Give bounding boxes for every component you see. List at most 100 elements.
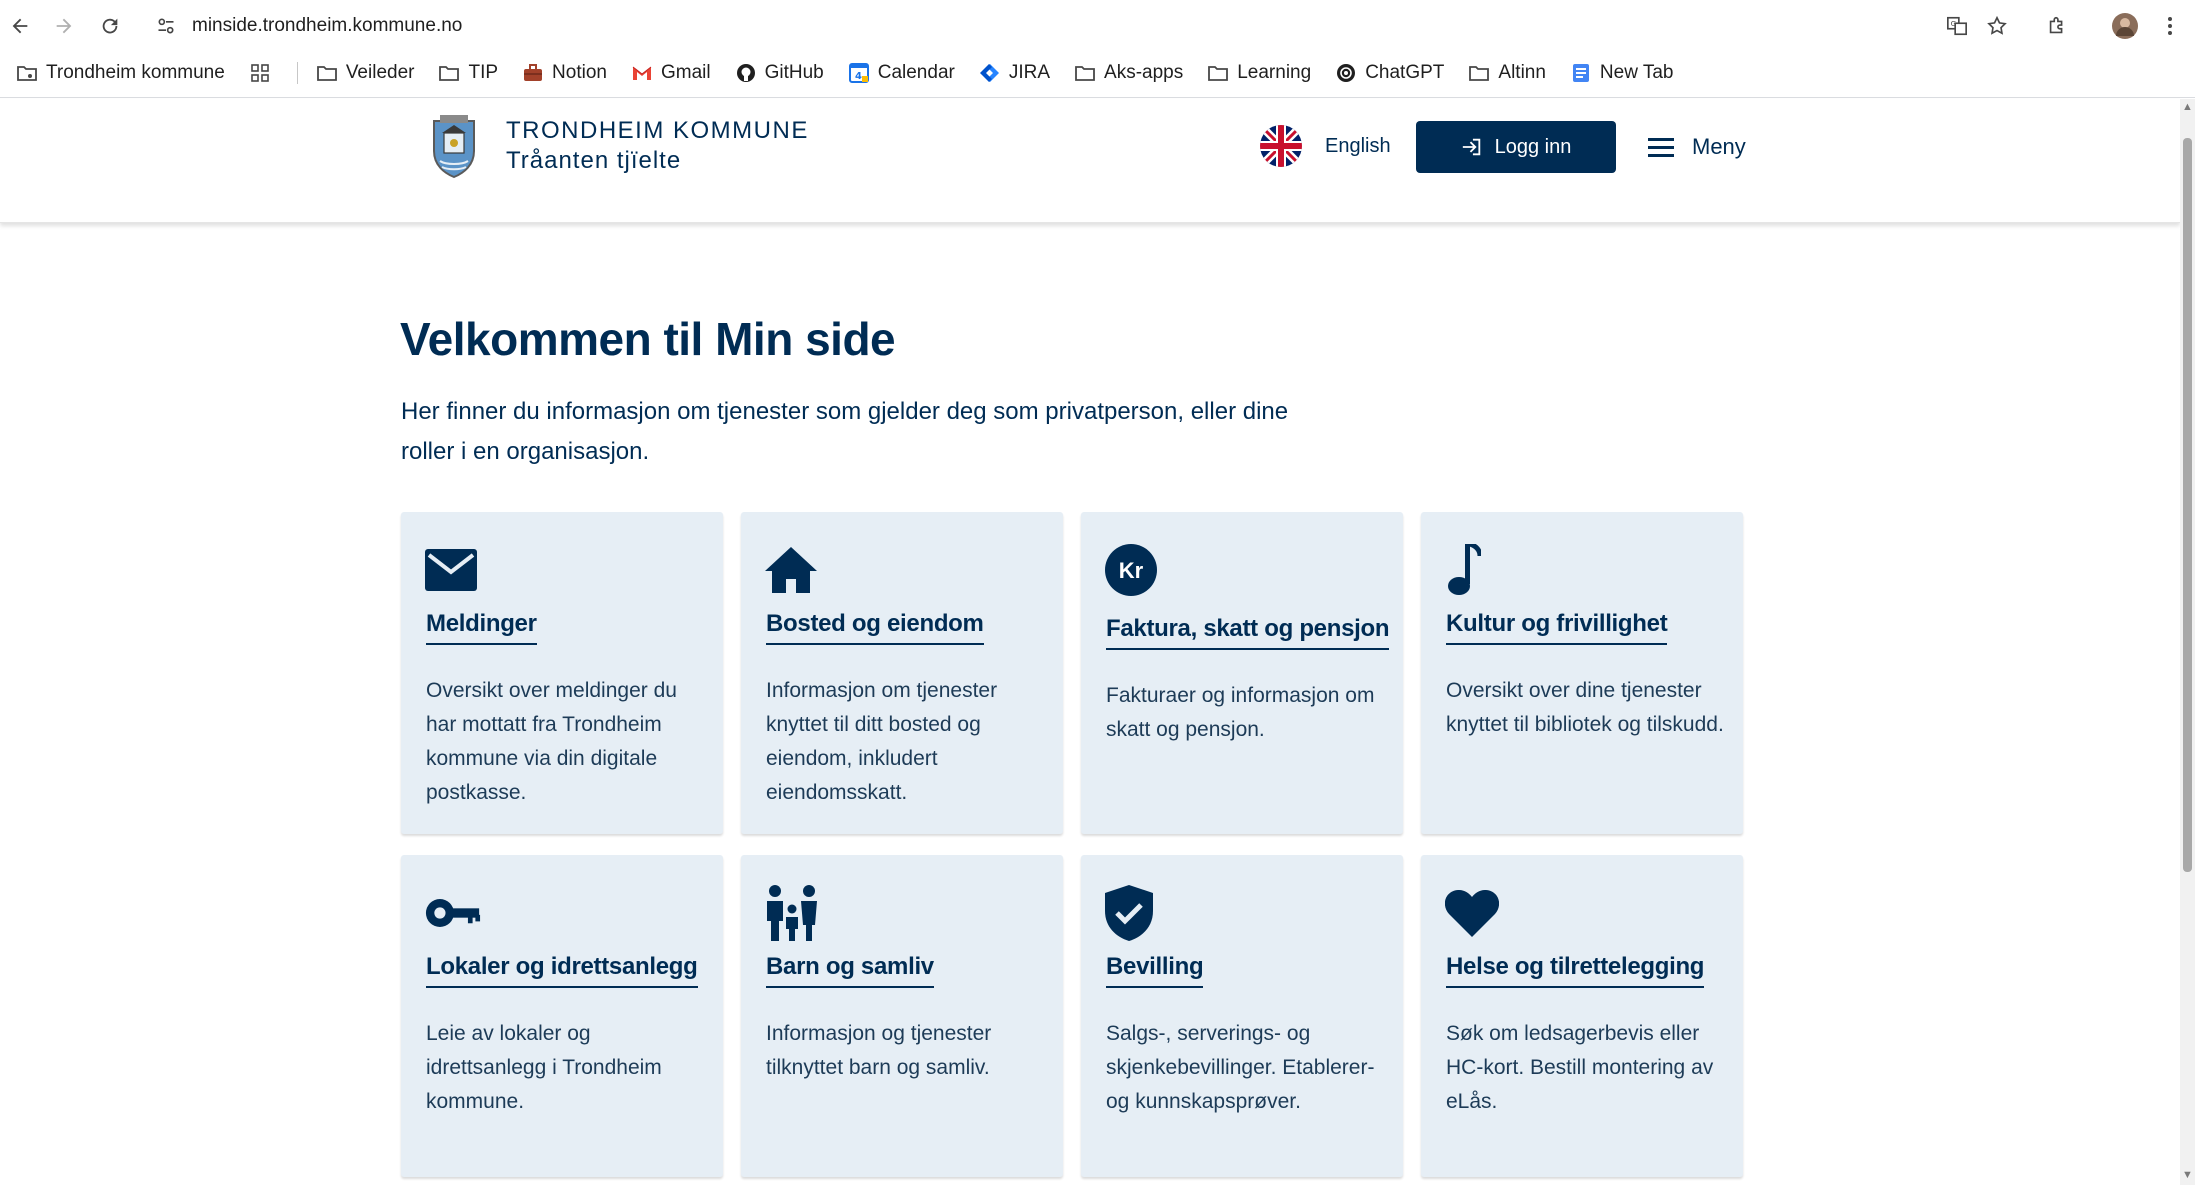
bookmark-trondheim-kommune[interactable]: Trondheim kommune <box>16 62 225 84</box>
bookmark-learning[interactable]: Learning <box>1207 62 1311 84</box>
scroll-up-icon[interactable]: ▲ <box>2182 102 2193 113</box>
bookmark-jira[interactable]: JIRA <box>979 62 1050 84</box>
card-bevilling[interactable]: Bevilling Salgs-, serverings- og skjenke… <box>1081 855 1403 1177</box>
back-icon[interactable] <box>4 10 36 42</box>
menu-button[interactable]: Meny <box>1648 127 1746 167</box>
card-description: Salgs-, serverings- og skjenkebevillinge… <box>1106 1022 1375 1113</box>
uk-flag-icon[interactable] <box>1260 125 1302 167</box>
card-title[interactable]: Meldinger <box>426 610 537 645</box>
card-description: Informasjon om tjenester knyttet til dit… <box>766 679 998 804</box>
folder-icon <box>316 62 338 84</box>
bookmark-label: TIP <box>468 62 499 83</box>
folder-icon <box>1468 62 1490 84</box>
scrollbar-thumb[interactable] <box>2183 138 2192 872</box>
site-info-icon[interactable] <box>154 14 178 38</box>
envelope-icon <box>425 542 481 598</box>
bookmark-label: ChatGPT <box>1365 62 1445 83</box>
bookmark-notion[interactable]: Notion <box>522 62 607 84</box>
language-switch-link[interactable]: English <box>1325 135 1391 158</box>
login-label: Logg inn <box>1494 135 1572 158</box>
chatgpt-icon <box>1335 62 1357 84</box>
apps-grid-icon[interactable] <box>249 62 279 84</box>
translate-icon[interactable]: G <box>1942 8 1972 44</box>
bookmark-label: Calendar <box>877 62 955 83</box>
calendar-icon: 4 <box>848 62 870 84</box>
svg-text:Kr: Kr <box>1119 558 1144 583</box>
card-helse-og-tilrettelegging[interactable]: Helse og tilrettelegging Søk om ledsager… <box>1421 855 1743 1177</box>
folder-icon <box>1207 62 1229 84</box>
bookmark-gmail[interactable]: Gmail <box>631 62 711 84</box>
folder-link-icon <box>16 62 38 84</box>
kr-coin-icon: Kr <box>1105 542 1161 598</box>
bookmark-altinn[interactable]: Altinn <box>1468 62 1546 84</box>
bookmark-label: Learning <box>1237 62 1312 83</box>
intro-text: Her finner du informasjon om tjenester s… <box>401 398 1289 465</box>
page-title: Velkommen til Min side <box>400 313 896 365</box>
house-icon <box>765 542 821 598</box>
card-lokaler-og-idrettsanlegg[interactable]: Lokaler og idrettsanlegg Leie av lokaler… <box>401 855 723 1177</box>
bookmark-veileder[interactable]: Veileder <box>316 62 414 84</box>
github-icon <box>735 62 757 84</box>
card-description: Oversikt over dine tjenester knyttet til… <box>1446 679 1724 736</box>
bookmark-aks-apps[interactable]: Aks-apps <box>1074 62 1183 84</box>
scroll-down-icon[interactable]: ▼ <box>2182 1170 2193 1181</box>
card-faktura-skatt-og-pensjon[interactable]: Kr Faktura, skatt og pensjon Fakturaer o… <box>1081 512 1403 834</box>
bookmark-label: Notion <box>552 62 607 83</box>
bookmarks-bar: Trondheim kommune Veileder TIP Notion Gm… <box>0 58 2195 88</box>
bookmark-star-icon[interactable] <box>1982 8 2012 44</box>
heart-icon <box>1445 885 1501 941</box>
newtab-icon <box>1570 62 1592 84</box>
site-header: TRONDHEIM KOMMUNE Tråanten tjïelte Engli… <box>0 99 2180 223</box>
card-description: Leie av lokaler og idrettsanlegg i Trond… <box>426 1022 662 1113</box>
url-text[interactable]: minside.trondheim.kommune.no <box>192 15 462 37</box>
extensions-icon[interactable] <box>2042 8 2072 44</box>
card-barn-og-samliv[interactable]: Barn og samliv Informasjon og tjenester … <box>741 855 1063 1177</box>
shield-check-icon <box>1105 885 1161 941</box>
card-description: Oversikt over meldinger du har mottatt f… <box>426 679 677 804</box>
login-button[interactable]: Logg inn <box>1416 121 1616 173</box>
bookmark-chatgpt[interactable]: ChatGPT <box>1335 62 1444 84</box>
card-title[interactable]: Kultur og frivillighet <box>1446 610 1668 645</box>
bookmark-tip[interactable]: TIP <box>438 62 498 84</box>
bookmark-label: Trondheim kommune <box>46 62 225 83</box>
bookmark-github[interactable]: GitHub <box>735 62 824 84</box>
card-title[interactable]: Helse og tilrettelegging <box>1446 953 1704 988</box>
card-title[interactable]: Bevilling <box>1106 953 1204 988</box>
card-meldinger[interactable]: Meldinger Oversikt over meldinger du har… <box>401 512 723 834</box>
org-subtitle: Tråanten tjïelte <box>506 147 682 174</box>
bookmark-separator <box>296 62 298 84</box>
gmail-icon <box>631 62 653 84</box>
card-title[interactable]: Barn og samliv <box>766 953 934 988</box>
browser-toolbar: minside.trondheim.kommune.no G Trondheim… <box>0 0 2195 98</box>
card-description: Søk om ledsagerbevis eller HC-kort. Best… <box>1446 1022 1714 1113</box>
card-description: Informasjon og tjenester tilknyttet barn… <box>766 1022 992 1079</box>
card-title[interactable]: Faktura, skatt og pensjon <box>1106 615 1390 650</box>
family-icon <box>765 885 821 941</box>
jira-icon <box>979 62 1001 84</box>
card-title[interactable]: Bosted og eiendom <box>766 610 984 645</box>
bookmark-label: Altinn <box>1498 62 1546 83</box>
login-arrow-icon <box>1461 136 1483 158</box>
svg-text:4: 4 <box>855 71 862 82</box>
briefcase-icon <box>522 62 544 84</box>
card-kultur-og-frivillighet[interactable]: Kultur og frivillighet Oversikt over din… <box>1421 512 1743 834</box>
card-description: Fakturaer og informasjon om skatt og pen… <box>1106 684 1375 741</box>
bookmark-label: New Tab <box>1599 62 1674 83</box>
forward-icon[interactable] <box>48 10 80 42</box>
profile-avatar-icon[interactable] <box>2110 8 2140 44</box>
bookmark-calendar[interactable]: 4 Calendar <box>848 62 955 84</box>
bookmark-label: JIRA <box>1008 62 1051 83</box>
music-note-icon <box>1445 542 1501 598</box>
bookmark-new-tab[interactable]: New Tab <box>1570 62 1674 84</box>
reload-icon[interactable] <box>94 10 126 42</box>
address-bar[interactable]: minside.trondheim.kommune.no <box>146 8 1996 44</box>
folder-icon <box>1074 62 1096 84</box>
card-title[interactable]: Lokaler og idrettsanlegg <box>426 953 698 988</box>
org-name: TRONDHEIM KOMMUNE <box>506 117 809 144</box>
bookmark-label: Gmail <box>660 62 711 83</box>
trondheim-coat-of-arms-logo[interactable] <box>430 113 478 179</box>
chrome-menu-icon[interactable] <box>2158 8 2182 44</box>
menu-label: Meny <box>1692 134 1746 159</box>
hamburger-menu-icon <box>1648 136 1676 158</box>
card-bosted-og-eiendom[interactable]: Bosted og eiendom Informasjon om tjenest… <box>741 512 1063 834</box>
